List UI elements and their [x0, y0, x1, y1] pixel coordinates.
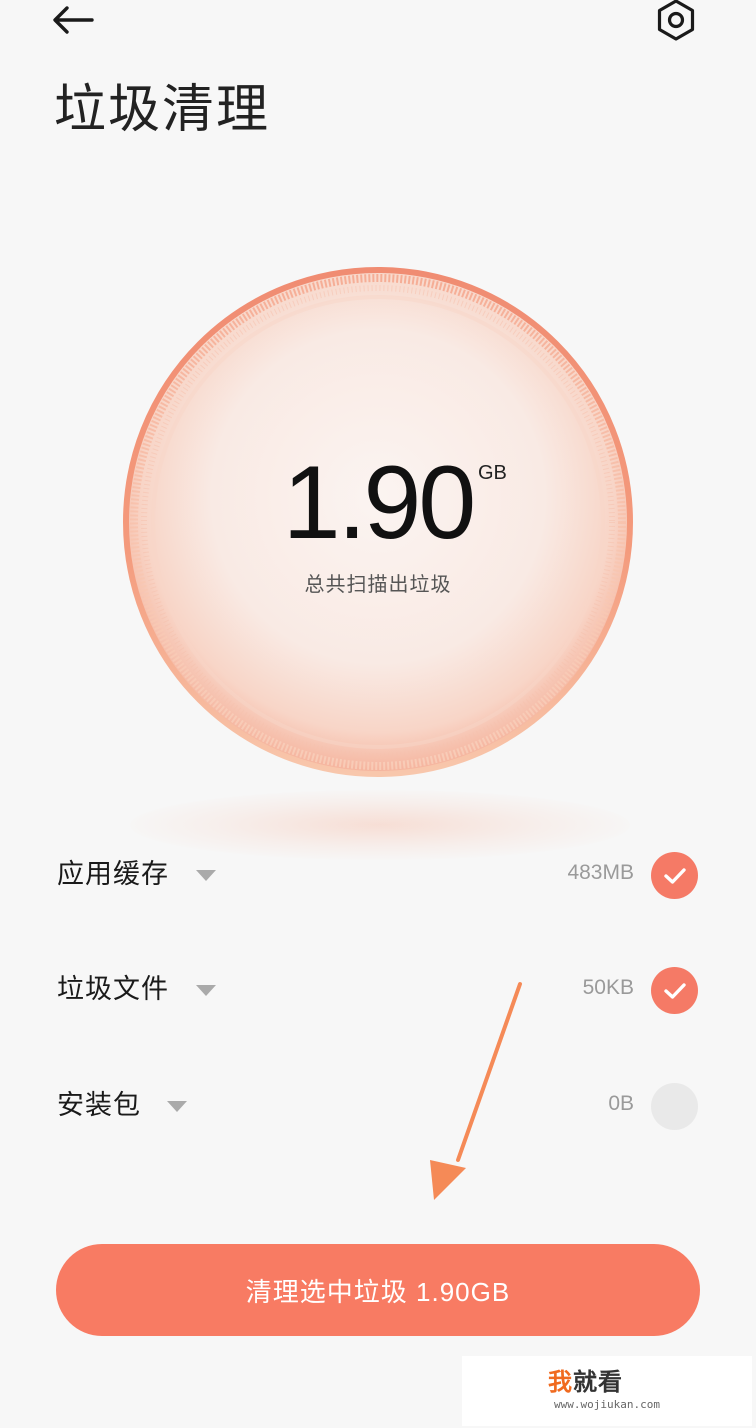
settings-button[interactable]: [648, 0, 704, 44]
watermark-title-a: 我: [548, 1368, 573, 1396]
category-row-junk-files[interactable]: 垃圾文件 50KB: [0, 940, 756, 1040]
expand-caret-icon[interactable]: [196, 870, 216, 881]
category-label: 应用缓存: [57, 859, 169, 890]
arrow-left-icon: [50, 4, 94, 40]
arrow-pointer-icon: [420, 980, 530, 1205]
category-size: 483MB: [567, 861, 634, 884]
category-checkbox[interactable]: [651, 852, 698, 899]
expand-caret-icon[interactable]: [167, 1101, 187, 1112]
checkmark-icon: [663, 982, 686, 999]
scan-amount-value: 1.90: [282, 445, 476, 561]
watermark-url: www.wojiukan.com: [554, 1398, 660, 1411]
scan-caption: 总共扫描出垃圾: [304, 572, 452, 596]
checkmark-icon: [663, 867, 686, 884]
page-title: 垃圾清理: [54, 80, 271, 140]
watermark-title-b: 就看: [573, 1368, 623, 1396]
category-size: 0B: [608, 1092, 634, 1115]
expand-caret-icon[interactable]: [196, 985, 216, 996]
category-checkbox[interactable]: [651, 1083, 698, 1130]
category-size: 50KB: [582, 976, 634, 999]
clean-selected-button[interactable]: 清理选中垃圾 1.90GB: [56, 1244, 700, 1336]
back-button[interactable]: [50, 0, 110, 44]
category-checkbox[interactable]: [651, 967, 698, 1014]
category-label: 垃圾文件: [57, 974, 169, 1005]
scan-amount-unit: GB: [478, 462, 507, 484]
watermark-title: 我就看: [548, 1362, 623, 1397]
category-row-install-packages[interactable]: 安装包 0B: [0, 1056, 756, 1156]
category-row-app-cache[interactable]: 应用缓存 483MB: [0, 825, 756, 925]
hexagon-gear-icon: [654, 0, 698, 46]
category-label: 安装包: [57, 1090, 141, 1121]
watermark: 我就看 www.wojiukan.com: [462, 1356, 752, 1426]
